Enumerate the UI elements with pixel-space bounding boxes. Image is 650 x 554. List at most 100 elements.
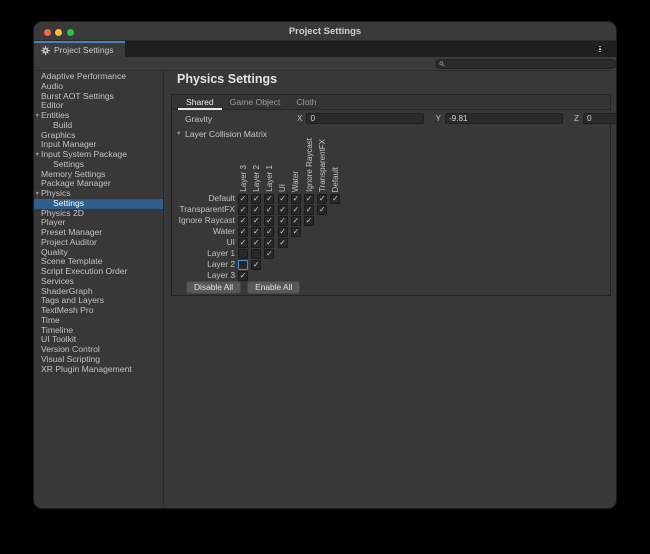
matrix-cell-ignore-raycast-x-ui[interactable] — [278, 216, 288, 226]
sidebar-item-label: XR Plugin Management — [41, 364, 132, 374]
matrix-cell-ignore-raycast-x-ignore-raycast[interactable] — [304, 216, 314, 226]
matrix-row-label: Layer 1 — [172, 248, 235, 259]
axis-label-x: X — [297, 114, 302, 123]
matrix-cell-ignore-raycast-x-layer-2[interactable] — [251, 216, 261, 226]
foldout-arrow-icon[interactable]: ▼ — [35, 150, 41, 160]
matrix-cell-transparentfx-x-ui[interactable] — [278, 205, 288, 215]
physics-tab-bar: SharedGame ObjectCloth — [172, 95, 610, 110]
matrix-cell-water-x-water[interactable] — [291, 227, 301, 237]
matrix-row-default: Default — [172, 193, 610, 204]
sidebar-item-label: UI Toolkit — [41, 334, 76, 344]
matrix-cell-ui-x-layer-3[interactable] — [238, 238, 248, 248]
matrix-cell-default-x-transparentfx[interactable] — [317, 194, 327, 204]
gravity-z-input[interactable] — [583, 113, 617, 124]
axis-label-z: Z — [574, 114, 579, 123]
matrix-cell-default-x-layer-1[interactable] — [264, 194, 274, 204]
matrix-column-headers: Layer 3Layer 2Layer 1UIWaterIgnore Rayca… — [172, 140, 610, 192]
matrix-cell-ignore-raycast-x-layer-1[interactable] — [264, 216, 274, 226]
matrix-row-label: Layer 3 — [172, 270, 235, 281]
matrix-cell-default-x-layer-2[interactable] — [251, 194, 261, 204]
sidebar-item-label: Quality — [41, 247, 68, 257]
sidebar-item-label: Package Manager — [41, 178, 111, 188]
gravity-axes: X Y Z — [297, 113, 610, 124]
gravity-y-group: Y — [435, 113, 562, 124]
sidebar-item-label: Adaptive Performance — [41, 71, 126, 81]
matrix-column-label-layer-3: Layer 3 — [239, 165, 249, 192]
matrix-cell-layer-2-x-layer-3[interactable] — [238, 260, 248, 270]
tab-game-object[interactable]: Game Object — [222, 95, 289, 110]
matrix-cell-layer-1-x-layer-2[interactable] — [251, 249, 261, 259]
matrix-row-transparentfx: TransparentFX — [172, 204, 610, 215]
matrix-cell-transparentfx-x-ignore-raycast[interactable] — [304, 205, 314, 215]
matrix-cell-default-x-default[interactable] — [330, 194, 340, 204]
matrix-cell-default-x-ignore-raycast[interactable] — [304, 194, 314, 204]
matrix-cell-layer-2-x-layer-2[interactable] — [251, 260, 261, 270]
sidebar-item-label: Audio — [41, 81, 63, 91]
kebab-menu-icon[interactable] — [595, 44, 605, 54]
physics-settings-panel: SharedGame ObjectCloth Gravity X Y Z ▼ Lay… — [171, 94, 611, 296]
matrix-row-label: UI — [172, 237, 235, 248]
matrix-cell-water-x-layer-1[interactable] — [264, 227, 274, 237]
matrix-row-layer-1: Layer 1 — [172, 248, 610, 259]
window-title: Project Settings — [34, 22, 616, 41]
sidebar-item-label: Script Execution Order — [41, 266, 127, 276]
gravity-y-input[interactable] — [445, 113, 563, 124]
matrix-row-ui: UI — [172, 237, 610, 248]
matrix-cell-layer-3-x-layer-3[interactable] — [238, 271, 248, 281]
gravity-label: Gravity — [185, 113, 212, 125]
matrix-cell-ui-x-layer-1[interactable] — [264, 238, 274, 248]
sidebar-item-xr-plugin-management[interactable]: XR Plugin Management — [34, 365, 163, 375]
layer-collision-matrix-foldout[interactable]: ▼ Layer Collision Matrix — [176, 128, 267, 139]
matrix-cell-water-x-layer-2[interactable] — [251, 227, 261, 237]
sidebar-item-label: Graphics — [41, 130, 75, 140]
matrix-cell-layer-1-x-layer-3[interactable] — [238, 249, 248, 259]
sidebar-item-label: Input System Package — [41, 149, 127, 159]
sidebar-item-label: Settings — [53, 198, 84, 208]
gear-icon — [41, 46, 50, 55]
matrix-cell-water-x-layer-3[interactable] — [238, 227, 248, 237]
matrix-cell-default-x-layer-3[interactable] — [238, 194, 248, 204]
sidebar-list: Adaptive PerformanceAudioBurst AOT Setti… — [34, 72, 163, 374]
matrix-cell-transparentfx-x-layer-1[interactable] — [264, 205, 274, 215]
gravity-x-input[interactable] — [306, 113, 424, 124]
matrix-column-label-default: Default — [331, 167, 341, 192]
foldout-arrow-icon[interactable]: ▼ — [35, 111, 41, 121]
matrix-row-label: Water — [172, 226, 235, 237]
page-title: Physics Settings — [177, 72, 277, 86]
tab-shared[interactable]: Shared — [178, 95, 222, 110]
matrix-cell-transparentfx-x-water[interactable] — [291, 205, 301, 215]
matrix-cell-transparentfx-x-layer-2[interactable] — [251, 205, 261, 215]
sidebar-item-label: TextMesh Pro — [41, 305, 94, 315]
sidebar-item-label: Player — [41, 217, 65, 227]
disable-all-button[interactable]: Disable All — [186, 281, 241, 294]
matrix-cell-layer-1-x-layer-1[interactable] — [264, 249, 274, 259]
search-field[interactable] — [435, 59, 617, 69]
matrix-cell-ignore-raycast-x-water[interactable] — [291, 216, 301, 226]
tab-project-settings[interactable]: Project Settings — [34, 41, 125, 57]
body-area: Adaptive PerformanceAudioBurst AOT Setti… — [34, 71, 616, 509]
enable-all-button[interactable]: Enable All — [247, 281, 300, 294]
matrix-row-layer-2: Layer 2 — [172, 259, 610, 270]
tab-project-settings-label: Project Settings — [54, 45, 114, 55]
content-pane: Physics Settings SharedGame ObjectCloth … — [165, 71, 616, 509]
matrix-cell-transparentfx-x-transparentfx[interactable] — [317, 205, 327, 215]
matrix-column-label-water: Water — [291, 171, 301, 192]
matrix-cell-default-x-water[interactable] — [291, 194, 301, 204]
matrix-cell-ui-x-ui[interactable] — [278, 238, 288, 248]
tab-strip: Project Settings — [34, 41, 616, 57]
foldout-arrow-icon[interactable]: ▼ — [35, 189, 41, 199]
sidebar-item-label: Services — [41, 276, 74, 286]
search-input[interactable] — [447, 60, 613, 69]
matrix-column-label-transparentfx: TransparentFX — [318, 139, 328, 192]
sidebar-item-label: Visual Scripting — [41, 354, 100, 364]
sidebar-item-label: Settings — [53, 159, 84, 169]
search-icon — [439, 61, 445, 67]
tab-cloth[interactable]: Cloth — [288, 95, 324, 110]
sidebar-item-label: Timeline — [41, 325, 73, 335]
matrix-cell-transparentfx-x-layer-3[interactable] — [238, 205, 248, 215]
settings-sidebar: Adaptive PerformanceAudioBurst AOT Setti… — [34, 71, 164, 509]
matrix-cell-water-x-ui[interactable] — [278, 227, 288, 237]
matrix-cell-ignore-raycast-x-layer-3[interactable] — [238, 216, 248, 226]
matrix-cell-ui-x-layer-2[interactable] — [251, 238, 261, 248]
matrix-cell-default-x-ui[interactable] — [278, 194, 288, 204]
